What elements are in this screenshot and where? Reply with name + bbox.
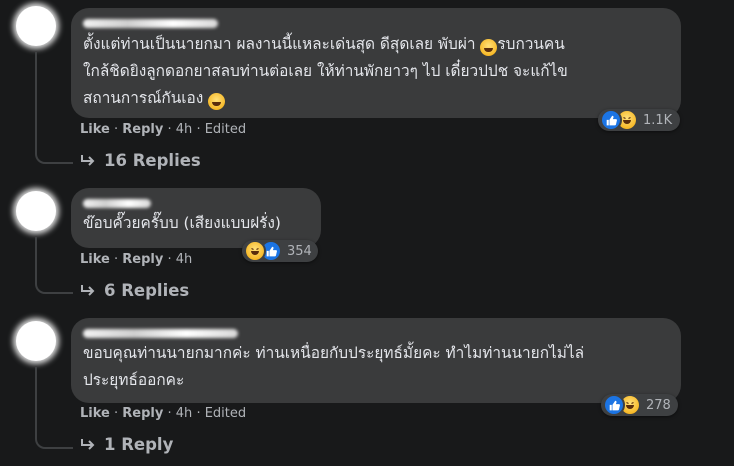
comment-actions: Like · Reply · 4h · Edited [80,406,247,421]
reply-button[interactable]: Reply [122,406,163,421]
comment-text: ตั้งแต่ท่านเป็นนายกมา ผลงานนี้แหละเด่นสุ… [83,31,669,112]
reaction-count: 1.1K [643,112,673,128]
reply-arrow-icon [81,284,95,296]
comment-thread-2: ข๊อบคั๊วยครั๊บบ (เสียงแบบฝรั่ง) 354 Like… [0,185,734,310]
comment-author-redacted[interactable] [83,329,238,338]
view-replies-button[interactable]: 6 Replies [80,281,189,300]
reaction-summary[interactable]: 278 [601,394,678,416]
avatar-blurred[interactable] [16,191,56,231]
laughing-emoji-icon: 😂 [480,39,498,56]
avatar-blurred[interactable] [16,321,56,361]
comment-bubble: ตั้งแต่ท่านเป็นนายกมา ผลงานนี้แหละเด่นสุ… [71,8,681,118]
reaction-summary[interactable]: 1.1K [598,109,680,131]
thread-connector-line [35,52,73,164]
comment-thread-3: ขอบคุณท่านนายกมากค่ะ ท่านเหนื่อยกับประยุ… [0,315,734,466]
comment-author-redacted[interactable] [83,199,151,208]
comment-actions: Like · Reply · 4h · Edited [80,122,247,137]
laughing-emoji-icon: 😂 [208,93,226,110]
comment-actions: Like · Reply · 4h [80,252,193,267]
comment-timestamp[interactable]: 4h [176,122,193,137]
reaction-summary[interactable]: 354 [242,240,318,262]
comment-text: ขอบคุณท่านนายกมากค่ะ ท่านเหนื่อยกับประยุ… [83,344,585,389]
comment-text: ข๊อบคั๊วยครั๊บบ (เสียงแบบฝรั่ง) [83,214,281,232]
view-replies-button[interactable]: 16 Replies [80,151,201,170]
like-button[interactable]: Like [80,252,110,267]
like-button[interactable]: Like [80,122,110,137]
haha-reaction-icon [244,240,266,262]
avatar-blurred[interactable] [16,6,56,46]
like-button[interactable]: Like [80,406,110,421]
edited-label: Edited [204,406,247,421]
thread-connector-line [35,367,73,449]
reply-button[interactable]: Reply [122,252,163,267]
edited-label: Edited [204,122,247,137]
like-reaction-icon [603,394,625,416]
comment-timestamp[interactable]: 4h [176,252,193,267]
like-reaction-icon [600,109,622,131]
comment-thread-1: ตั้งแต่ท่านเป็นนายกมา ผลงานนี้แหละเด่นสุ… [0,0,734,180]
comment-timestamp[interactable]: 4h [176,406,193,421]
view-replies-button[interactable]: 1 Reply [80,435,173,454]
comment-author-redacted[interactable] [83,19,218,28]
comment-bubble: ข๊อบคั๊วยครั๊บบ (เสียงแบบฝรั่ง) [71,188,321,248]
reaction-count: 278 [646,397,671,413]
thread-connector-line [35,237,73,294]
comment-bubble: ขอบคุณท่านนายกมากค่ะ ท่านเหนื่อยกับประยุ… [71,318,681,403]
reply-arrow-icon [81,438,95,450]
reaction-count: 354 [287,243,312,259]
reply-button[interactable]: Reply [122,122,163,137]
reply-arrow-icon [81,154,95,166]
